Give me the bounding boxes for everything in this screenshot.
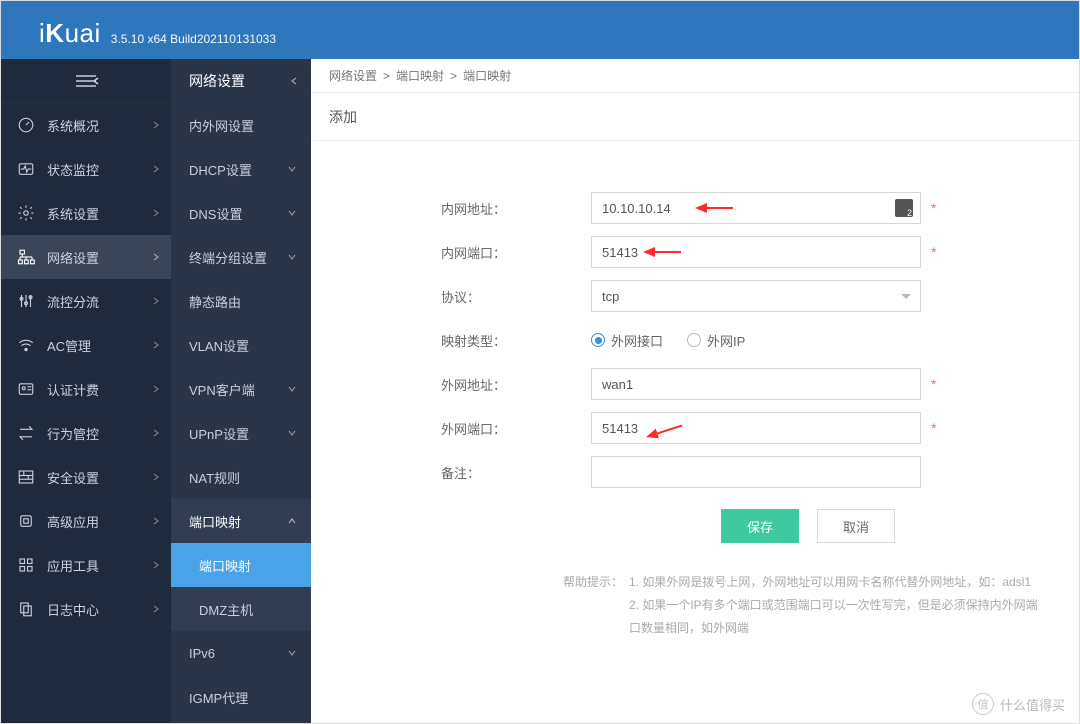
nav-status-monitor[interactable]: 状态监控 xyxy=(1,147,171,191)
primary-sidebar: 系统概况 状态监控 系统设置 网络设置 流控分流 AC管理 xyxy=(1,59,171,723)
required-mark: * xyxy=(931,200,936,216)
input-ext-addr[interactable] xyxy=(591,368,921,400)
subnav-upnp[interactable]: UPnP设置 xyxy=(171,411,311,455)
subnav-dmz-host[interactable]: DMZ主机 xyxy=(171,587,311,631)
nav-log-center[interactable]: 日志中心 xyxy=(1,587,171,631)
version-text: 3.5.10 x64 Build202110131033 xyxy=(111,32,276,46)
radio-ext-interface[interactable]: 外网接口 xyxy=(591,331,663,350)
copy-icon xyxy=(17,600,35,618)
top-bar: iKuai 3.5.10 x64 Build202110131033 xyxy=(1,1,1079,59)
input-intranet-addr[interactable] xyxy=(591,192,921,224)
firewall-icon xyxy=(17,468,35,486)
breadcrumb: 网络设置 > 端口映射 > 端口映射 xyxy=(311,59,1079,93)
help-text: 帮助提示：1. 如果外网是拨号上网，外网地址可以用网卡名称代替外网地址，如：ad… xyxy=(561,571,1039,639)
secondary-sidebar-title: 网络设置 xyxy=(171,59,311,103)
input-ext-port[interactable] xyxy=(591,412,921,444)
subnav-igmp-proxy[interactable]: IGMP代理 xyxy=(171,675,311,719)
grid-icon xyxy=(17,556,35,574)
input-intranet-port[interactable] xyxy=(591,236,921,268)
label-map-type: 映射类型： xyxy=(441,331,591,350)
watermark: 值 什么值得买 xyxy=(972,693,1065,715)
brand-logo: iKuai xyxy=(39,18,101,49)
subnav-port-mapping-group[interactable]: 端口映射 xyxy=(171,499,311,543)
subnav-static-route[interactable]: 静态路由 xyxy=(171,279,311,323)
label-protocol: 协议： xyxy=(441,287,591,306)
required-mark: * xyxy=(931,376,936,392)
pulse-icon xyxy=(17,160,35,178)
nav-network-settings[interactable]: 网络设置 xyxy=(1,235,171,279)
subnav-vlan[interactable]: VLAN设置 xyxy=(171,323,311,367)
sidebar-collapse-toggle[interactable] xyxy=(1,59,171,103)
nav-system-settings[interactable]: 系统设置 xyxy=(1,191,171,235)
required-mark: * xyxy=(931,420,936,436)
breadcrumb-item[interactable]: 网络设置 xyxy=(329,67,377,84)
nav-advanced-apps[interactable]: 高级应用 xyxy=(1,499,171,543)
subnav-vpn-client[interactable]: VPN客户端 xyxy=(171,367,311,411)
radio-icon xyxy=(687,333,701,347)
page-title: 添加 xyxy=(311,93,1079,141)
sliders-icon xyxy=(17,292,35,310)
label-remark: 备注： xyxy=(441,463,591,482)
label-ext-addr: 外网地址： xyxy=(441,375,591,394)
label-intranet-addr: 内网地址： xyxy=(441,199,591,218)
wifi-icon xyxy=(17,336,35,354)
label-ext-port: 外网端口： xyxy=(441,419,591,438)
input-remark[interactable] xyxy=(591,456,921,488)
select-protocol[interactable]: tcp xyxy=(591,280,921,312)
subnav-dhcp[interactable]: DHCP设置 xyxy=(171,147,311,191)
content-area: 网络设置 > 端口映射 > 端口映射 添加 内网地址： * xyxy=(311,59,1079,723)
secondary-sidebar: 网络设置 内外网设置 DHCP设置 DNS设置 终端分组设置 静态路由 VLAN… xyxy=(171,59,311,723)
nav-app-tools[interactable]: 应用工具 xyxy=(1,543,171,587)
subnav-ipv6[interactable]: IPv6 xyxy=(171,631,311,675)
save-button[interactable]: 保存 xyxy=(721,509,799,543)
gear-icon xyxy=(17,204,35,222)
port-mapping-form: 内网地址： * 内网端口： * xyxy=(311,141,1079,649)
nav-traffic-control[interactable]: 流控分流 xyxy=(1,279,171,323)
subnav-wan-lan[interactable]: 内外网设置 xyxy=(171,103,311,147)
radio-icon xyxy=(591,333,605,347)
required-mark: * xyxy=(931,244,936,260)
chevron-left-icon[interactable] xyxy=(289,73,299,89)
subnav-port-mapping[interactable]: 端口映射 xyxy=(171,543,311,587)
swap-icon xyxy=(17,424,35,442)
ip-picker-icon[interactable] xyxy=(895,199,913,217)
id-card-icon xyxy=(17,380,35,398)
breadcrumb-item[interactable]: 端口映射 xyxy=(396,67,444,84)
network-icon xyxy=(17,248,35,266)
radio-ext-ip[interactable]: 外网IP xyxy=(687,331,745,350)
nav-behavior-control[interactable]: 行为管控 xyxy=(1,411,171,455)
nav-ac-management[interactable]: AC管理 xyxy=(1,323,171,367)
label-intranet-port: 内网端口： xyxy=(441,243,591,262)
watermark-icon: 值 xyxy=(972,693,994,715)
subnav-nat-rules[interactable]: NAT规则 xyxy=(171,455,311,499)
cube-icon xyxy=(17,512,35,530)
nav-auth-billing[interactable]: 认证计费 xyxy=(1,367,171,411)
breadcrumb-item[interactable]: 端口映射 xyxy=(463,67,511,84)
nav-system-overview[interactable]: 系统概况 xyxy=(1,103,171,147)
subnav-terminal-group[interactable]: 终端分组设置 xyxy=(171,235,311,279)
cancel-button[interactable]: 取消 xyxy=(817,509,895,543)
nav-security-settings[interactable]: 安全设置 xyxy=(1,455,171,499)
subnav-dns[interactable]: DNS设置 xyxy=(171,191,311,235)
gauge-icon xyxy=(17,116,35,134)
